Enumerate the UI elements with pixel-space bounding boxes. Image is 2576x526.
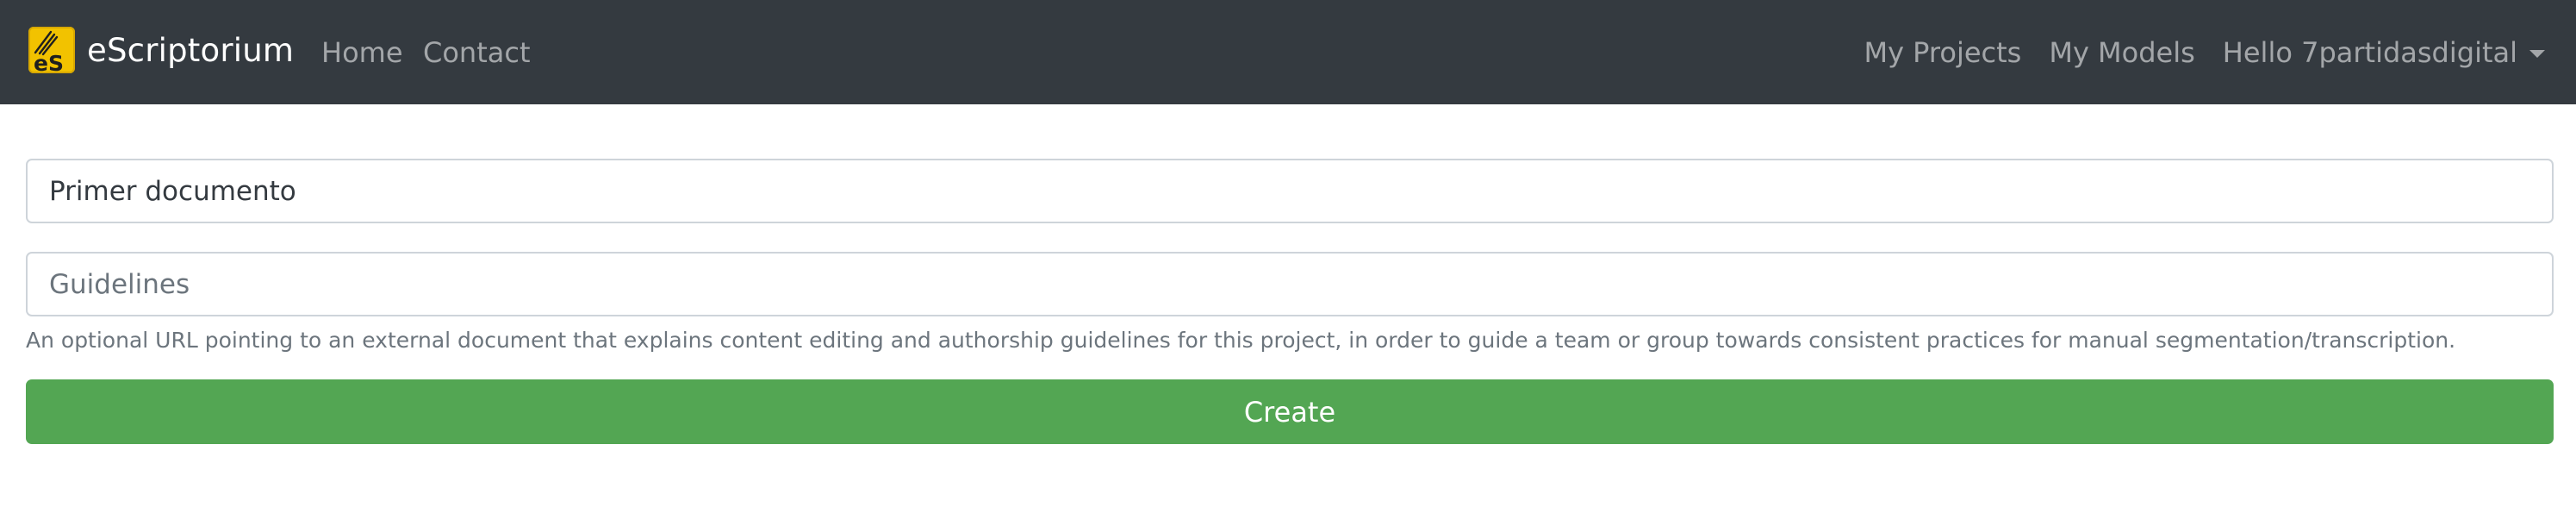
top-navbar: eS eScriptorium Home Contact My Projects… [0, 0, 2576, 104]
svg-text:eS: eS [34, 51, 64, 73]
user-menu-label: Hello 7partidasdigital [2222, 36, 2517, 69]
brand-name: eScriptorium [87, 31, 295, 69]
project-form: An optional URL pointing to an external … [26, 159, 2554, 444]
nav-home[interactable]: Home [321, 37, 403, 68]
chevron-down-icon [2529, 49, 2545, 58]
nav-right-group: My Projects My Models Hello 7partidasdig… [1864, 37, 2545, 68]
project-name-input[interactable] [26, 159, 2554, 223]
nav-my-projects[interactable]: My Projects [1864, 37, 2021, 68]
create-button[interactable]: Create [26, 379, 2554, 444]
nav-contact[interactable]: Contact [423, 37, 531, 68]
user-menu-toggle[interactable]: Hello 7partidasdigital [2223, 37, 2545, 68]
guidelines-input[interactable] [26, 252, 2554, 316]
guidelines-help-text: An optional URL pointing to an external … [26, 328, 2456, 353]
brand-link[interactable]: eS eScriptorium [28, 26, 294, 74]
nav-my-models[interactable]: My Models [2049, 37, 2194, 68]
escriptorium-logo-icon: eS [28, 27, 75, 73]
